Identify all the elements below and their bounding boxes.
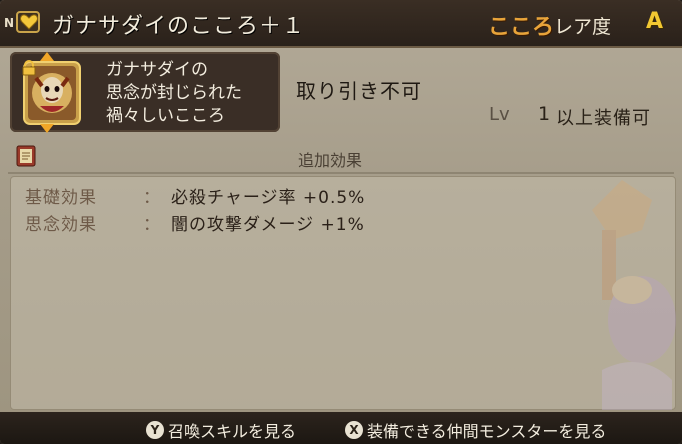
item-info-panel: ガナサダイの 思念が封じられた 禍々しいこころ xyxy=(10,52,280,132)
y-button-icon: Y xyxy=(146,421,164,439)
level-suffix: 以上装備可 xyxy=(556,108,651,129)
effect-value: 必殺チャージ率 +0.5% xyxy=(171,188,366,208)
book-icon xyxy=(16,145,36,167)
trade-status: 取り引き不可 xyxy=(296,79,422,103)
effect-label: 基礎効果 xyxy=(25,188,97,208)
item-title: ガナサダイのこころ＋１ xyxy=(52,14,306,39)
arrow-up-icon[interactable] xyxy=(40,52,54,61)
effect-colon: ： xyxy=(143,188,160,208)
effect-label: 思念効果 xyxy=(25,215,97,235)
description-line-3: 禍々しいこころ xyxy=(106,106,225,126)
heart-icon xyxy=(16,11,40,33)
level-value: 1 xyxy=(538,103,551,125)
description-line-2: 思念が封じられた xyxy=(106,83,242,103)
description-line-1: ガナサダイの xyxy=(106,60,208,80)
section-title: 追加効果 xyxy=(298,151,363,170)
hint-label: 召喚スキルを見る xyxy=(168,422,297,441)
arrow-down-icon[interactable] xyxy=(40,124,54,133)
summon-skill-hint[interactable]: Y 召喚スキルを見る xyxy=(146,418,297,441)
title-bar: N ガナサダイのこころ＋１ こころ レア度 A xyxy=(0,0,682,48)
background-monster-illustration xyxy=(562,170,682,410)
effect-colon: ： xyxy=(143,215,160,235)
lock-icon xyxy=(22,60,36,76)
category-label: こころ xyxy=(488,15,555,40)
equippable-monsters-hint[interactable]: X 装備できる仲間モンスターを見る xyxy=(345,418,607,441)
rarity-label: レア度 xyxy=(554,16,612,38)
level-label: Lv xyxy=(489,104,510,125)
item-detail-window: N ガナサダイのこころ＋１ こころ レア度 A ガナサダイの 思念が封じられた … xyxy=(0,0,682,444)
item-portrait[interactable] xyxy=(22,60,82,126)
effect-value: 闇の攻撃ダメージ +1% xyxy=(171,215,365,235)
hint-label: 装備できる仲間モンスターを見る xyxy=(367,422,607,441)
rarity-value: A xyxy=(646,9,664,34)
x-button-icon: X xyxy=(345,421,363,439)
button-hint-bar: Y 召喚スキルを見る X 装備できる仲間モンスターを見る xyxy=(0,412,682,444)
